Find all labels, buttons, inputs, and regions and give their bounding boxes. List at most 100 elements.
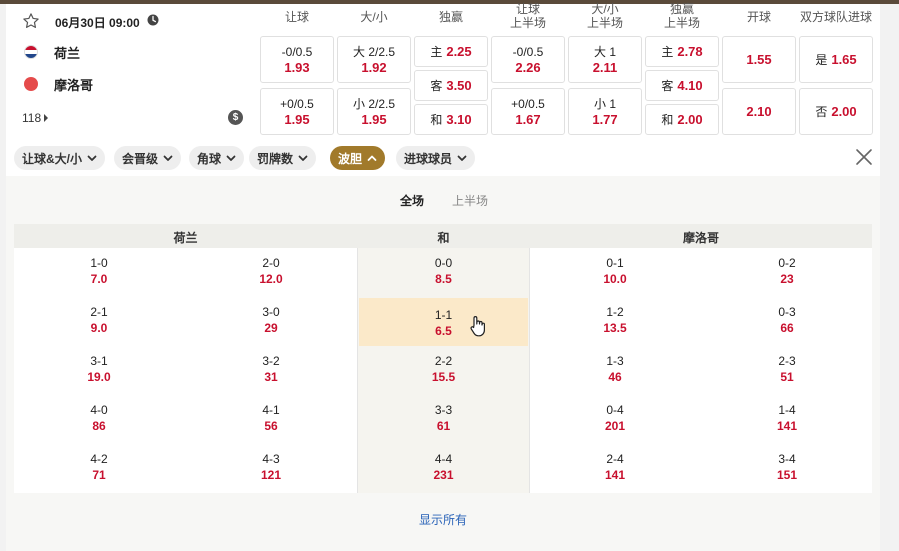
- odds-cell-over-under[interactable]: 大 2/2.5 1.92: [337, 36, 411, 83]
- score-cell[interactable]: 1-4 141: [712, 399, 862, 439]
- odds-cell-moneyline[interactable]: 和 3.10: [414, 104, 488, 135]
- odds-cell-moneyline-1h[interactable]: 客 4.10: [645, 70, 719, 101]
- chevron-down-icon: [457, 155, 467, 161]
- score-cell[interactable]: 4-0 86: [24, 399, 174, 439]
- cashout-icon[interactable]: $: [228, 110, 243, 125]
- odds-cell-over-under-1h[interactable]: 小 1 1.77: [568, 88, 642, 135]
- score-cell[interactable]: 4-2 71: [24, 448, 174, 488]
- score-cell[interactable]: 4-3 121: [196, 448, 346, 488]
- odds-cell-kickoff[interactable]: 1.55: [722, 36, 796, 83]
- odds-value: 2.78: [677, 43, 703, 59]
- score-odds: 9.0: [90, 321, 108, 335]
- match-time: 06月30日 09:00: [55, 16, 140, 30]
- filter-chip-3[interactable]: 罚牌数: [249, 146, 317, 170]
- chevron-up-icon: [367, 155, 377, 161]
- score-odds: 71: [92, 468, 106, 482]
- filter-chip-2[interactable]: 角球: [189, 146, 245, 170]
- score-cell[interactable]: 3-2 31: [196, 350, 346, 390]
- odds-label: 主: [430, 44, 443, 59]
- score-cell[interactable]: 2-1 9.0: [24, 301, 174, 341]
- filter-chip-5[interactable]: 进球球员: [396, 146, 476, 170]
- score-label: 4-1: [262, 403, 280, 417]
- tab-first-half[interactable]: 上半场: [452, 192, 488, 209]
- score-odds: 7.0: [90, 272, 108, 286]
- score-label: 1-4: [778, 403, 796, 417]
- score-cell[interactable]: 1-0 7.0: [24, 252, 174, 292]
- score-cell[interactable]: 1-3 46: [540, 350, 690, 390]
- odds-cell-kickoff[interactable]: 2.10: [722, 88, 796, 135]
- score-label: 2-2: [434, 354, 453, 368]
- odds-cell-moneyline-1h[interactable]: 主 2.78: [645, 36, 719, 67]
- score-cell[interactable]: 0-4 201: [540, 399, 690, 439]
- score-odds: 8.5: [435, 272, 452, 286]
- score-cell[interactable]: 3-1 19.0: [24, 350, 174, 390]
- more-markets-link[interactable]: 118: [22, 111, 49, 125]
- odds-cell-moneyline[interactable]: 客 3.50: [414, 70, 488, 101]
- score-cell[interactable]: 3-3 61: [359, 399, 528, 439]
- grid-header: 荷兰 和 摩洛哥: [14, 224, 872, 248]
- odds-cell-handicap[interactable]: -0/0.5 1.93: [260, 36, 334, 83]
- score-cell[interactable]: 3-4 151: [712, 448, 862, 488]
- filter-chip-0[interactable]: 让球&大/小: [14, 146, 106, 170]
- filter-chip-4[interactable]: 波胆: [330, 146, 386, 170]
- score-odds: 56: [264, 419, 278, 433]
- score-odds: 141: [604, 468, 626, 482]
- score-cell[interactable]: 3-0 29: [196, 301, 346, 341]
- score-cell[interactable]: 2-0 12.0: [196, 252, 346, 292]
- score-label: 2-1: [90, 305, 108, 319]
- morocco-flag-icon: [24, 77, 38, 91]
- score-odds: 66: [780, 321, 794, 335]
- score-odds: 121: [260, 468, 282, 482]
- close-icon[interactable]: [854, 147, 874, 167]
- odds-value: 1.77: [592, 111, 618, 127]
- chevron-down-icon: [298, 155, 308, 161]
- score-label: 1-3: [606, 354, 624, 368]
- star-icon[interactable]: [22, 12, 40, 30]
- odds-cell-both-teams-score[interactable]: 否 2.00: [799, 88, 873, 135]
- score-cell[interactable]: 0-1 10.0: [540, 252, 690, 292]
- odds-cell-over-under[interactable]: 小 2/2.5 1.95: [337, 88, 411, 135]
- score-odds: 141: [776, 419, 798, 433]
- score-odds: 12.0: [259, 272, 283, 286]
- tab-full-time[interactable]: 全场: [400, 192, 424, 209]
- column-header-both-teams-score: 双方球队进球: [799, 10, 873, 24]
- score-cell[interactable]: 1-1 6.5: [359, 298, 528, 346]
- score-label: 3-4: [778, 452, 796, 466]
- score-label: 0-1: [606, 256, 624, 270]
- odds-cell-over-under-1h[interactable]: 大 1 2.11: [568, 36, 642, 83]
- column-header-handicap-1h: 让球 上半场: [491, 2, 565, 30]
- score-cell[interactable]: 1-2 13.5: [540, 301, 690, 341]
- odds-label: 和: [661, 112, 674, 127]
- column-header-line: 开球: [746, 10, 771, 24]
- odds-value: 2.11: [592, 59, 618, 75]
- odds-cell-handicap-1h[interactable]: -0/0.5 2.26: [491, 36, 565, 83]
- odds-value: 1.93: [284, 59, 310, 75]
- odds-value: 1.92: [361, 59, 387, 75]
- show-all-link[interactable]: 显示所有: [6, 511, 880, 528]
- filter-chip-1[interactable]: 会晋级: [114, 146, 182, 170]
- score-cell[interactable]: 2-3 51: [712, 350, 862, 390]
- score-odds: 10.0: [603, 272, 627, 286]
- score-odds: 23: [780, 272, 794, 286]
- score-label: 3-1: [90, 354, 108, 368]
- score-cell[interactable]: 0-0 8.5: [359, 252, 528, 292]
- odds-cell-moneyline[interactable]: 主 2.25: [414, 36, 488, 67]
- score-cell[interactable]: 2-4 141: [540, 448, 690, 488]
- odds-cell-handicap-1h[interactable]: +0/0.5 1.67: [491, 88, 565, 135]
- score-cell[interactable]: 0-2 23: [712, 252, 862, 292]
- score-cell[interactable]: 4-1 56: [196, 399, 346, 439]
- score-label: 2-0: [262, 256, 280, 270]
- score-cell[interactable]: 2-2 15.5: [359, 350, 528, 390]
- odds-cell-handicap[interactable]: +0/0.5 1.95: [260, 88, 334, 135]
- odds-line: 大 1: [593, 44, 616, 59]
- odds-value: 1.67: [515, 111, 541, 127]
- score-cell[interactable]: 0-3 66: [712, 301, 862, 341]
- score-cell[interactable]: 4-4 231: [359, 448, 528, 488]
- odds-value: 2.00: [831, 103, 857, 119]
- score-odds: 86: [92, 419, 106, 433]
- odds-cell-moneyline-1h[interactable]: 和 2.00: [645, 104, 719, 135]
- score-label: 1-2: [606, 305, 624, 319]
- odds-cell-both-teams-score[interactable]: 是 1.65: [799, 36, 873, 83]
- odds-value: 3.50: [446, 77, 472, 93]
- odds-value: 2.00: [677, 111, 703, 127]
